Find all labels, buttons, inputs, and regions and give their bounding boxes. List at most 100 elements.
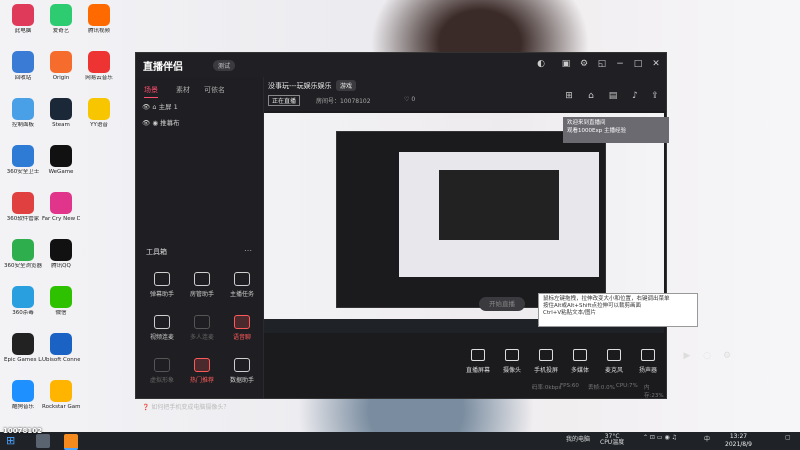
control-label: 扬声器	[638, 367, 657, 374]
control-button[interactable]: 直播屏幕	[460, 349, 496, 374]
windows-start-icon[interactable]: ⊞	[6, 434, 15, 447]
tab-scenes[interactable]: 场景	[144, 85, 158, 98]
tray-icons[interactable]: ⌃ ⊡ ▭ ◉ ♫	[643, 434, 677, 441]
control-button[interactable]: 手机投屏	[528, 349, 564, 374]
help-icon: ❓	[142, 404, 150, 411]
app-logo: 直播伴侣	[143, 62, 183, 73]
desktop-icon[interactable]: Epic Games Launcher	[4, 333, 42, 375]
control-button[interactable]: 摄像头	[494, 349, 530, 374]
likes-count: ♡ 0	[404, 96, 416, 103]
scene-item[interactable]: 👁 ◉ 推幕布	[142, 117, 257, 129]
desktop-icon[interactable]: 微信	[42, 286, 80, 328]
tool-button[interactable]: 多人连麦	[184, 315, 220, 341]
share-icon[interactable]: ⇪	[650, 91, 660, 101]
tool-icon	[154, 358, 170, 372]
bell-icon[interactable]: ♪	[630, 91, 640, 101]
desktop-icon[interactable]: 控制面板	[4, 98, 42, 140]
lock-icon[interactable]: ⌂	[586, 91, 596, 101]
tray-text[interactable]: 我的电脑	[566, 434, 590, 443]
app-icon	[12, 333, 34, 355]
desktop-icon[interactable]: 此电脑	[4, 4, 42, 46]
lock-icon[interactable]: ⌂	[152, 103, 156, 111]
desktop-icon[interactable]: Ubisoft Connect	[42, 333, 80, 375]
mini-mode-icon[interactable]: ◱	[597, 59, 607, 69]
minimize-icon[interactable]: −	[615, 59, 625, 69]
tool-button[interactable]: 数据助手	[224, 358, 260, 384]
tool-button[interactable]: 语音聊	[224, 315, 260, 341]
desktop-icon-label: 腾讯视频	[87, 28, 110, 34]
desktop-icon[interactable]: Rockstar Games Launcher	[42, 380, 80, 422]
desktop-icon-label: Epic Games Launcher	[4, 357, 42, 363]
desktop-icon[interactable]: YY语音	[80, 98, 118, 140]
settings-icon[interactable]: ⚙	[722, 351, 732, 361]
tool-icon	[154, 315, 170, 329]
settings-icon[interactable]: ⚙	[579, 59, 589, 69]
control-icon	[505, 349, 519, 361]
clip-icon[interactable]: ◌	[702, 351, 712, 361]
stat-item: FPS:60	[560, 383, 579, 389]
tool-button[interactable]: 虚拟形象	[144, 358, 180, 384]
help-tip[interactable]: ❓ 如何把手机变成电脑摄像头？	[142, 402, 229, 411]
camera-icon[interactable]: ◉	[152, 119, 158, 127]
desktop-icon-label: 微信	[55, 310, 67, 316]
ime-indicator[interactable]: 中	[704, 434, 710, 443]
watermark: 10078102	[3, 427, 42, 435]
desktop-icon[interactable]: WeGame	[42, 145, 80, 187]
tool-button[interactable]: 主播任务	[224, 272, 260, 298]
control-label: 直播屏幕	[465, 367, 490, 374]
desktop-icon[interactable]: 网易云音乐	[80, 51, 118, 93]
control-icon	[471, 349, 485, 361]
tool-button[interactable]: 弹幕助手	[144, 272, 180, 298]
category-badge[interactable]: 游戏	[336, 80, 357, 91]
control-label: 多媒体	[570, 367, 589, 374]
maximize-icon[interactable]: □	[633, 59, 643, 69]
tool-icon	[194, 272, 210, 286]
record-icon[interactable]: ▶	[682, 351, 692, 361]
desktop-icon[interactable]: 360安全卫士	[4, 145, 42, 187]
tab-materials[interactable]: 素材	[176, 85, 190, 95]
desktop-icon[interactable]: 酷狗音乐	[4, 380, 42, 422]
desktop-icon[interactable]: 360安全浏览器	[4, 239, 42, 281]
live-app-taskbar-icon[interactable]	[64, 434, 78, 450]
room-number: 房间号：10078102	[316, 98, 371, 105]
desktop-icon-label: 360杀毒	[12, 310, 34, 316]
close-icon[interactable]: ✕	[651, 59, 661, 69]
app-icon	[12, 192, 34, 214]
tool-button[interactable]: 热门推荐	[184, 358, 220, 384]
tab-alt[interactable]: 可依名	[204, 85, 225, 95]
tool-icon	[194, 315, 210, 329]
eye-icon[interactable]: 👁	[142, 119, 150, 127]
tool-button[interactable]: 房管助手	[184, 272, 220, 298]
app-icon	[12, 380, 34, 402]
taskbar-app-icon[interactable]	[36, 434, 50, 448]
desktop-icon[interactable]: 腾讯视频	[80, 4, 118, 46]
eye-icon[interactable]: 👁	[142, 103, 150, 111]
desktop-icon[interactable]: 回收站	[4, 51, 42, 93]
notification-icon[interactable]: ▢	[785, 434, 791, 441]
desktop-icon[interactable]: Far Cry New Dawn	[42, 192, 80, 234]
desktop-icon[interactable]: 360杀毒	[4, 286, 42, 328]
desktop-icon[interactable]: 腾讯QQ	[42, 239, 80, 281]
feedback-icon[interactable]: ▣	[561, 59, 571, 69]
desktop-icon[interactable]: Steam	[42, 98, 80, 140]
tool-label: 虚拟形象	[149, 377, 174, 384]
desktop-icon[interactable]: Origin	[42, 51, 80, 93]
control-button[interactable]: 扬声器	[630, 349, 666, 374]
gift-icon[interactable]: ⊞	[564, 91, 574, 101]
desktop-icon[interactable]: 360软件管家	[4, 192, 42, 234]
desktop-icon[interactable]: 爱奇艺	[42, 4, 80, 46]
version-badge[interactable]: 测试	[213, 60, 236, 71]
app-icon	[50, 239, 72, 261]
room-title[interactable]: 没事玩---玩娱乐娱乐	[268, 81, 332, 91]
gift-box-icon[interactable]: ▤	[608, 91, 618, 101]
tool-button[interactable]: 视频连麦	[144, 315, 180, 341]
start-live-button[interactable]: 开始直播	[479, 297, 525, 311]
control-button[interactable]: 多媒体	[562, 349, 598, 374]
avatar-icon[interactable]: ◐	[536, 59, 546, 69]
scene-item[interactable]: 👁 ⌂ 主屏 1	[142, 101, 257, 113]
clock[interactable]: 13:27 2021/8/9	[725, 433, 752, 449]
more-icon[interactable]: ⋯	[244, 246, 252, 255]
app-icon	[12, 286, 34, 308]
control-button[interactable]: 麦克风	[596, 349, 632, 374]
app-icon	[50, 286, 72, 308]
